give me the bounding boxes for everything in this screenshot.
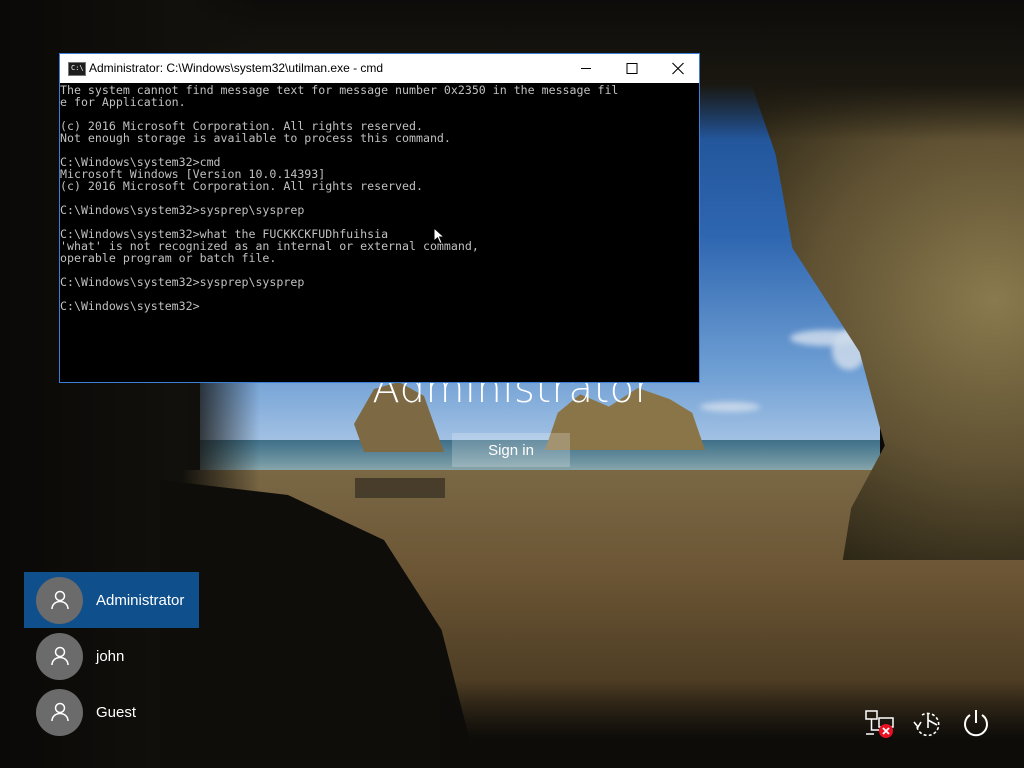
user-label: Administrator xyxy=(96,591,185,609)
system-tray xyxy=(862,706,1002,742)
sign-in-button[interactable]: Sign in xyxy=(452,433,570,467)
user-tile-administrator[interactable]: Administrator xyxy=(24,572,199,628)
console-line: C:\Windows\system32>sysprep\sysprep xyxy=(60,203,305,217)
mouse-cursor-icon xyxy=(433,227,446,245)
user-tile-guest[interactable]: Guest xyxy=(24,684,199,740)
cmd-app-icon: C:\ xyxy=(68,62,86,76)
user-avatar-icon xyxy=(36,688,83,736)
cmd-window[interactable]: C:\ Administrator: C:\Windows\system32\u… xyxy=(59,53,700,383)
console-line: operable program or batch file. xyxy=(60,251,277,265)
cmd-titlebar[interactable]: C:\ Administrator: C:\Windows\system32\u… xyxy=(60,54,699,83)
console-output[interactable]: The system cannot find message text for … xyxy=(60,83,699,382)
minimize-button[interactable] xyxy=(563,54,609,83)
user-list: Administrator john Guest xyxy=(24,572,199,740)
ease-of-access-icon[interactable] xyxy=(910,706,946,742)
network-disconnected-icon[interactable] xyxy=(862,706,898,742)
console-line: C:\Windows\system32>sysprep\sysprep xyxy=(60,275,305,289)
user-avatar-icon xyxy=(36,576,83,624)
rock-reflection xyxy=(355,478,445,498)
user-avatar-icon xyxy=(36,632,83,680)
user-tile-john[interactable]: john xyxy=(24,628,199,684)
close-button[interactable] xyxy=(655,54,701,83)
console-line: e for Application. xyxy=(60,95,186,109)
maximize-button[interactable] xyxy=(609,54,655,83)
power-icon[interactable] xyxy=(958,706,994,742)
user-label: john xyxy=(96,647,125,665)
console-prompt: C:\Windows\system32> xyxy=(60,299,200,313)
user-label: Guest xyxy=(96,703,137,721)
cmd-window-title: Administrator: C:\Windows\system32\utilm… xyxy=(89,61,384,75)
console-line: Not enough storage is available to proce… xyxy=(60,131,451,145)
console-line: (c) 2016 Microsoft Corporation. All righ… xyxy=(60,179,423,193)
